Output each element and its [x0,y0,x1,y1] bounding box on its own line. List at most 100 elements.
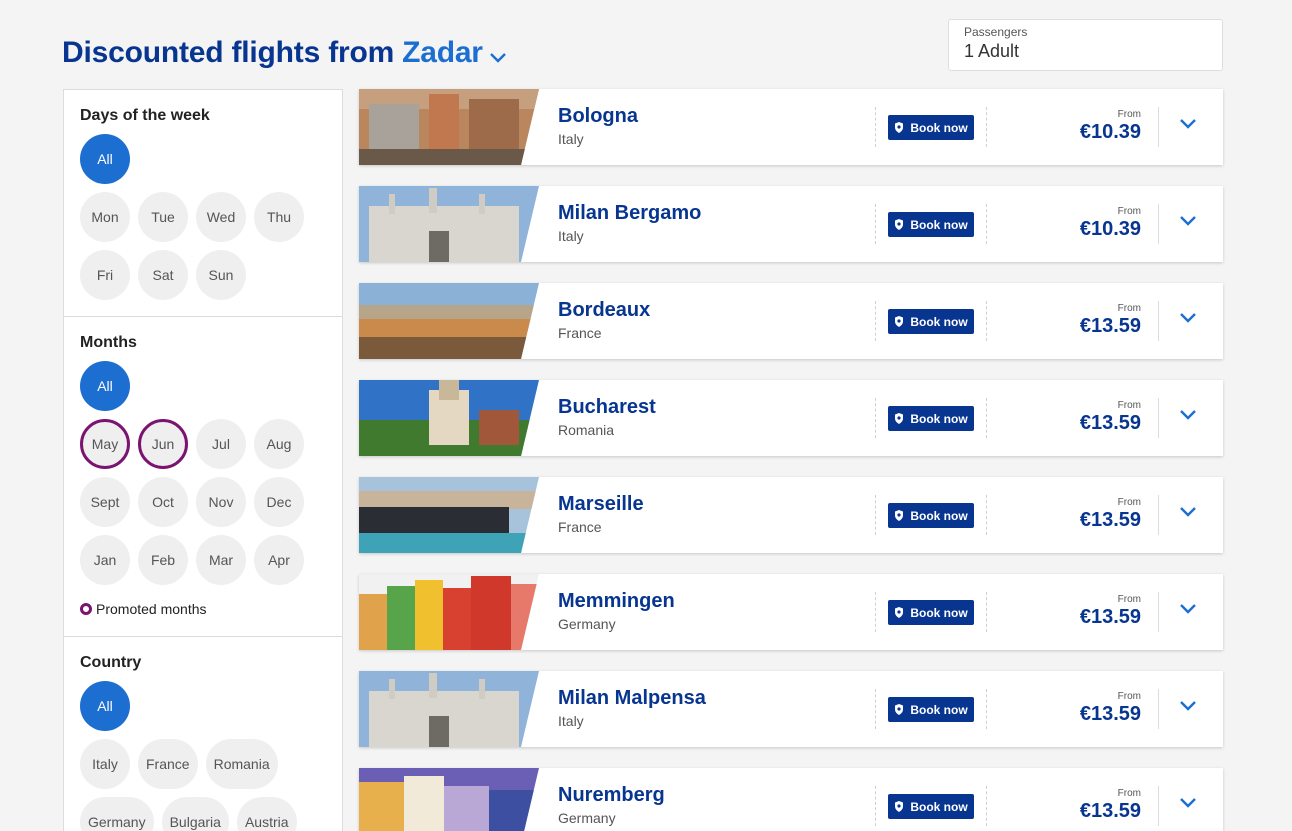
divider [986,786,987,826]
price-amount: €13.59 [1079,800,1141,822]
month-chip-oct[interactable]: Oct [138,477,188,527]
price-block: From €13.59 [1080,497,1141,532]
flight-card[interactable]: Milan Malpensa Italy Book now From €13.5… [359,671,1223,747]
flight-card[interactable]: Bordeaux France Book now From €13.59 [359,283,1223,359]
destination-city[interactable]: Milan Bergamo [558,202,701,225]
flight-card[interactable]: Nuremberg Germany Book now From €13.59 [359,768,1223,831]
book-now-button[interactable]: Book now [888,212,974,237]
chevron-down-icon[interactable] [1179,117,1197,135]
destination-city[interactable]: Nuremberg [558,784,665,807]
country-chip-france[interactable]: France [138,739,198,789]
flight-card[interactable]: Marseille France Book now From €13.59 [359,477,1223,553]
price-block: From €10.39 [1080,206,1141,241]
divider [1158,204,1159,244]
shield-icon [895,413,904,424]
country-chip-romania[interactable]: Romania [205,739,278,789]
day-chip-sun[interactable]: Sun [196,250,246,300]
divider [1158,786,1159,826]
flight-card[interactable]: Memmingen Germany Book now From €13.59 [359,574,1223,650]
country-chip-italy[interactable]: Italy [80,739,130,789]
book-now-button[interactable]: Book now [888,600,974,625]
divider [875,301,876,341]
origin-city-selector[interactable]: Zadar [402,36,483,70]
chevron-down-icon[interactable] [1179,311,1197,329]
book-now-button[interactable]: Book now [888,794,974,819]
destination-info: Bucharest Romania [558,396,656,438]
month-chip-apr[interactable]: Apr [254,535,304,585]
passengers-selector[interactable]: Passengers 1 Adult [948,19,1223,71]
month-chip-jul[interactable]: Jul [196,419,246,469]
destination-city[interactable]: Memmingen [558,590,675,613]
filters-panel: Days of the week All Mon Tue Wed Thu Fri… [63,89,343,831]
book-now-label: Book now [910,799,968,814]
divider [986,301,987,341]
month-chip-may[interactable]: May [80,419,130,469]
country-filter: Country All Italy France Romania Germany… [64,637,342,831]
price-amount: €13.59 [1079,703,1141,725]
country-chip-bulgaria[interactable]: Bulgaria [161,797,229,831]
month-chip-nov[interactable]: Nov [196,477,246,527]
day-chip-all[interactable]: All [80,134,130,184]
day-chip-thu[interactable]: Thu [254,192,304,242]
month-chip-feb[interactable]: Feb [138,535,188,585]
book-now-label: Book now [910,314,968,329]
divider [986,398,987,438]
chevron-down-icon[interactable] [1179,505,1197,523]
chevron-down-icon[interactable] [1179,602,1197,620]
country-chip-austria[interactable]: Austria [236,797,297,831]
destination-country: Romania [558,422,615,438]
chevron-down-icon[interactable] [1179,214,1197,232]
destination-city[interactable]: Bologna [558,105,638,128]
day-chip-wed[interactable]: Wed [196,192,246,242]
price-from-label: From [1117,109,1141,120]
day-chip-fri[interactable]: Fri [80,250,130,300]
month-chip-aug[interactable]: Aug [254,419,304,469]
price-from-label: From [1117,788,1141,799]
price-block: From €13.59 [1080,691,1141,726]
price-from-label: From [1117,497,1141,508]
flight-card[interactable]: Bologna Italy Book now From €10.39 [359,89,1223,165]
price-from-label: From [1117,400,1141,411]
book-now-label: Book now [910,702,968,717]
divider [986,107,987,147]
divider [875,786,876,826]
flight-card[interactable]: Milan Bergamo Italy Book now From €10.39 [359,186,1223,262]
destination-photo [359,768,539,831]
book-now-label: Book now [910,508,968,523]
months-chips: All May Jun Jul Aug Sept Oct Nov Dec Jan… [80,361,312,585]
day-chip-sat[interactable]: Sat [138,250,188,300]
months-filter: Months All May Jun Jul Aug Sept Oct Nov … [64,317,342,637]
book-now-label: Book now [910,217,968,232]
destination-city[interactable]: Bucharest [558,396,656,419]
book-now-button[interactable]: Book now [888,115,974,140]
destination-photo [359,574,539,650]
book-now-button[interactable]: Book now [888,309,974,334]
chevron-down-icon[interactable] [489,38,507,72]
flight-card[interactable]: Bucharest Romania Book now From €13.59 [359,380,1223,456]
country-chip-all[interactable]: All [80,681,130,731]
shield-icon [895,704,904,715]
destination-city[interactable]: Milan Malpensa [558,687,706,710]
book-now-button[interactable]: Book now [888,406,974,431]
month-chip-dec[interactable]: Dec [254,477,304,527]
passengers-label: Passengers [964,25,1028,39]
price-block: From €13.59 [1080,400,1141,435]
shield-icon [895,801,904,812]
month-chip-mar[interactable]: Mar [196,535,246,585]
chevron-down-icon[interactable] [1179,408,1197,426]
month-chip-jan[interactable]: Jan [80,535,130,585]
divider [1158,398,1159,438]
month-chip-jun[interactable]: Jun [138,419,188,469]
country-chip-germany[interactable]: Germany [80,797,154,831]
month-chip-sept[interactable]: Sept [80,477,130,527]
month-chip-all[interactable]: All [80,361,130,411]
day-chip-mon[interactable]: Mon [80,192,130,242]
chevron-down-icon[interactable] [1179,699,1197,717]
passengers-value: 1 Adult [964,41,1020,61]
book-now-button[interactable]: Book now [888,697,974,722]
day-chip-tue[interactable]: Tue [138,192,188,242]
chevron-down-icon[interactable] [1179,796,1197,814]
destination-city[interactable]: Bordeaux [558,299,650,322]
destination-city[interactable]: Marseille [558,493,644,516]
book-now-button[interactable]: Book now [888,503,974,528]
